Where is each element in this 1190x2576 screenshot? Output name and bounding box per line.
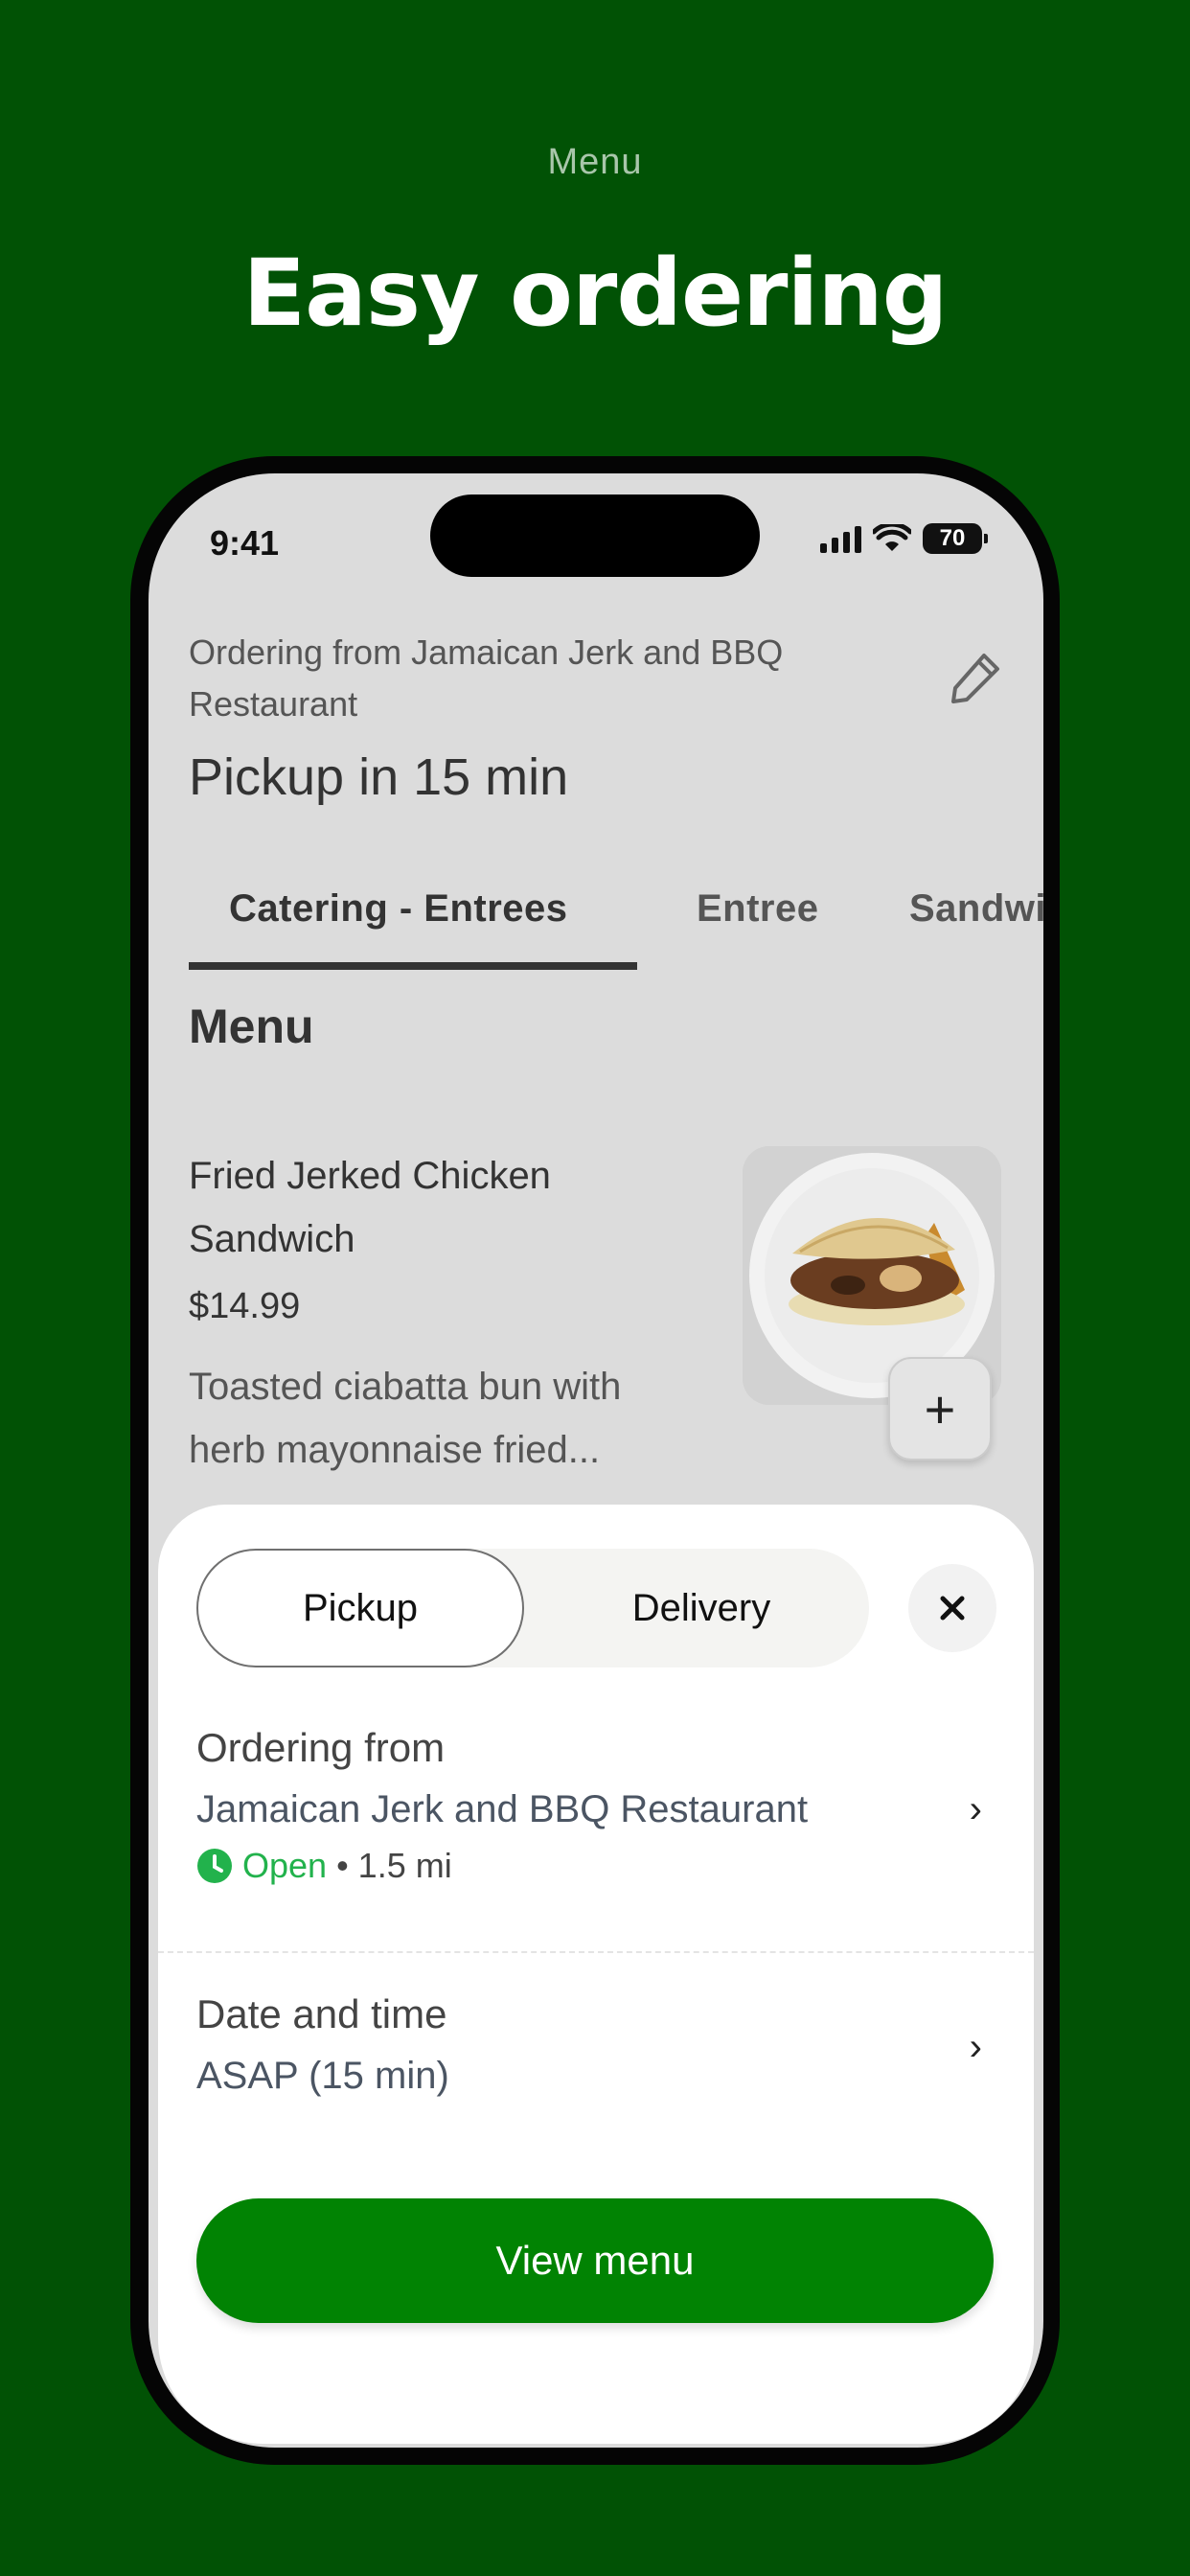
promo-title: Easy ordering	[242, 240, 949, 347]
plus-icon: +	[924, 1378, 956, 1439]
close-button[interactable]	[908, 1564, 996, 1652]
clock-icon	[197, 1849, 232, 1883]
chevron-right-icon: ›	[969, 1788, 982, 1830]
phone-screen: 9:41 70 Ordering from Jamaican Jerk and …	[149, 473, 1043, 2448]
open-status: Open	[242, 1846, 328, 1885]
restaurant-name: Jamaican Jerk and BBQ Restaurant	[196, 1788, 809, 1830]
fulfillment-toggle: Pickup Delivery	[196, 1549, 869, 1668]
tab-catering-entrees[interactable]: Catering - Entrees	[229, 887, 568, 931]
close-icon	[940, 1596, 965, 1621]
category-tabs: Catering - Entrees Entree Sandwic	[189, 859, 1043, 970]
delivery-option[interactable]: Delivery	[534, 1549, 869, 1668]
ordering-from-title: Ordering from	[196, 1725, 446, 1770]
pickup-option[interactable]: Pickup	[196, 1549, 524, 1668]
date-time-value: ASAP (15 min)	[196, 2055, 449, 2097]
dynamic-island	[430, 494, 760, 577]
menu-item-description: Toasted ciabatta bun with herb mayonnais…	[189, 1366, 622, 1471]
distance: • 1.5 mi	[336, 1846, 452, 1885]
promo-subtitle: Menu	[547, 142, 643, 182]
battery-indicator: 70	[923, 523, 988, 554]
menu-heading: Menu	[189, 1000, 314, 1053]
status-icons: 70	[820, 523, 988, 554]
pickup-time: Pickup in 15 min	[189, 748, 569, 806]
signal-icon	[820, 524, 861, 553]
view-menu-button[interactable]: View menu	[196, 2198, 994, 2323]
menu-item-name[interactable]: Fried Jerked Chicken Sandwich	[189, 1144, 687, 1271]
active-tab-indicator	[189, 962, 637, 970]
chevron-right-icon: ›	[969, 2026, 982, 2068]
tab-entree[interactable]: Entree	[697, 887, 819, 931]
ordering-from-label: Ordering from Jamaican Jerk and BBQ Rest…	[189, 632, 784, 724]
status-time: 9:41	[210, 523, 280, 563]
wifi-icon	[873, 524, 911, 551]
pencil-icon[interactable]	[948, 650, 1003, 705]
order-options-sheet: Pickup Delivery Ordering from Jamaican J…	[158, 1505, 1034, 2444]
date-time-title: Date and time	[196, 1991, 447, 2036]
menu-item-price: $14.99	[189, 1286, 301, 1326]
divider	[158, 1951, 1034, 1953]
store-status: Open • 1.5 mi	[196, 1846, 452, 1886]
add-item-button[interactable]: +	[888, 1357, 992, 1460]
tab-sandwiches[interactable]: Sandwic	[909, 887, 1043, 931]
